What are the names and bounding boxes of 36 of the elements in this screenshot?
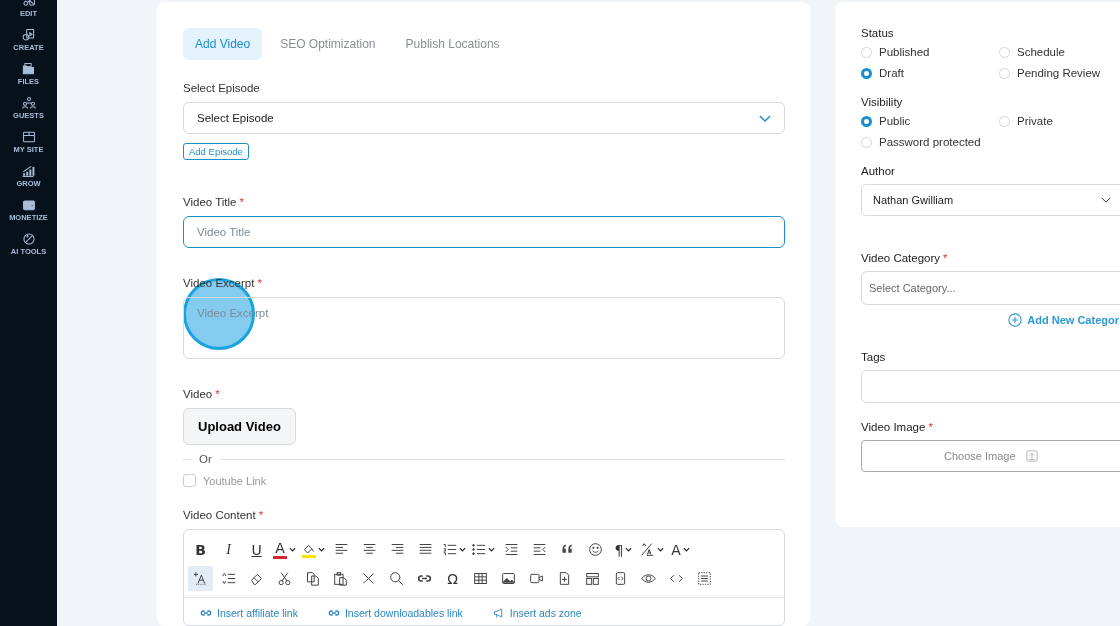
divider-text: Or bbox=[199, 453, 212, 465]
radio-option[interactable]: Password protected bbox=[861, 136, 999, 148]
font-color-button[interactable]: A bbox=[272, 537, 297, 562]
section-label: Visibility bbox=[861, 96, 903, 108]
section-label: Video Category * bbox=[861, 252, 948, 264]
insert-link[interactable]: Insert downloadables link bbox=[327, 607, 463, 619]
upload-video-button[interactable]: Upload Video bbox=[183, 408, 296, 445]
author-select[interactable]: Nathan Gwilliam bbox=[861, 184, 1120, 216]
font-size-button[interactable]: A bbox=[668, 537, 693, 562]
checkbox-label: Youtube Link bbox=[203, 474, 267, 487]
radio-option[interactable]: Pending Review bbox=[999, 67, 1120, 79]
category-input[interactable]: Select Category... bbox=[861, 271, 1120, 305]
section-label: Tags bbox=[861, 351, 886, 363]
add-episode-button[interactable]: Add Episode bbox=[183, 143, 249, 161]
insert-link[interactable]: Insert ads zone bbox=[492, 607, 582, 619]
choose-image-button[interactable]: Choose Image bbox=[861, 440, 1120, 472]
title-input[interactable]: Video Title bbox=[183, 216, 785, 249]
paragraph-button[interactable]: ¶ bbox=[611, 537, 636, 562]
radio-option[interactable]: Public bbox=[861, 115, 999, 127]
episode-select[interactable]: Select Episode bbox=[183, 102, 785, 135]
underline-button[interactable]: U bbox=[244, 537, 269, 562]
radio-option[interactable]: Private bbox=[999, 115, 1120, 127]
omega-button[interactable]: Ω bbox=[440, 566, 465, 591]
bold-button[interactable]: B bbox=[188, 537, 213, 562]
insert-link[interactable]: Insert affiliate link bbox=[200, 607, 298, 619]
radio-option[interactable]: Published bbox=[861, 46, 999, 58]
section-label: Status bbox=[861, 27, 894, 39]
radio-option[interactable]: Draft bbox=[861, 67, 999, 79]
field-label: Select Episode bbox=[183, 82, 260, 94]
field-label: Video Title * bbox=[183, 196, 244, 209]
section-label: Video Image * bbox=[861, 421, 933, 433]
italic-button[interactable]: I bbox=[216, 537, 241, 562]
field-label: Video * bbox=[183, 388, 220, 400]
section-label: Author bbox=[861, 165, 895, 177]
radio-option[interactable]: Schedule bbox=[999, 46, 1120, 58]
field-label: Video Content * bbox=[183, 509, 264, 521]
